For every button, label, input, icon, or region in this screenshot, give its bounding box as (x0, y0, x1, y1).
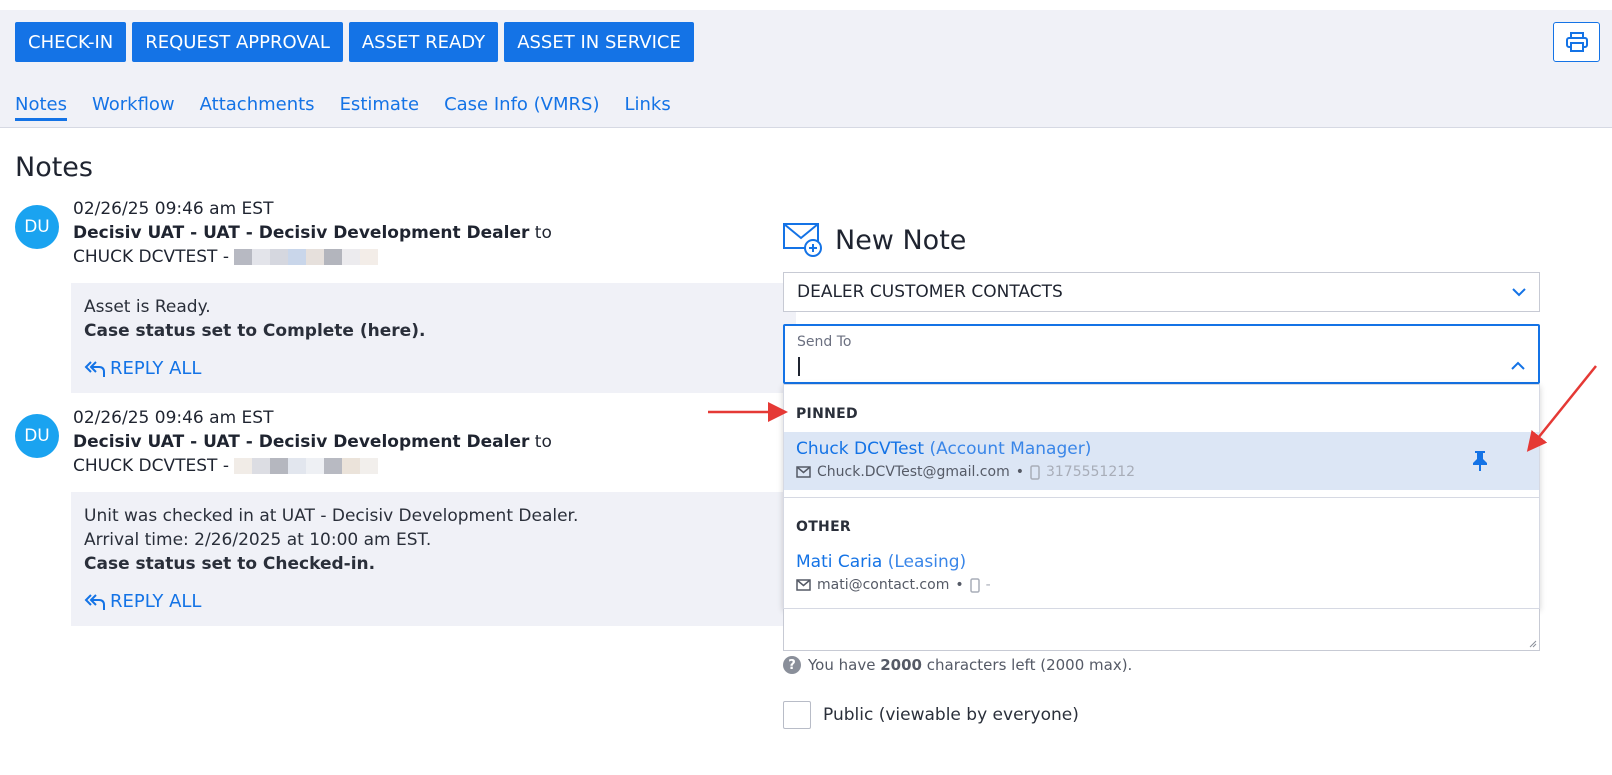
separator: • (1015, 464, 1024, 480)
reply-all-icon (84, 361, 105, 377)
avatar: DU (15, 205, 59, 249)
new-note-title: New Note (835, 224, 967, 256)
send-to-dropdown: PINNED Chuck DCVTest (Account Manager) C… (783, 384, 1540, 609)
note-line: Unit was checked in at UAT - Decisiv Dev… (84, 506, 579, 526)
chars-count: 2000 (880, 656, 922, 674)
send-to-label: Send To (797, 334, 852, 350)
note-textarea[interactable] (783, 609, 1540, 651)
separator: • (955, 577, 964, 593)
chevron-up-icon[interactable] (1510, 358, 1526, 374)
note-sender: Decisiv UAT - UAT - Decisiv Development … (73, 223, 530, 243)
contact-email: Chuck.DCVTest@gmail.com (817, 464, 1010, 480)
public-option: Public (viewable by everyone) (783, 701, 1079, 729)
contact-phone: 3175551212 (1045, 464, 1136, 480)
phone-icon (1030, 464, 1040, 480)
pin-icon[interactable] (1471, 450, 1489, 472)
print-button[interactable] (1553, 22, 1600, 62)
chars-prefix: You have (808, 656, 876, 674)
contact-name: Mati Caria (Leasing) (796, 552, 966, 572)
contact-option[interactable]: Mati Caria (Leasing) mati@contact.com • … (784, 545, 1539, 603)
public-checkbox[interactable] (783, 701, 811, 729)
page-title: Notes (15, 152, 93, 183)
action-toolbar: CHECK-IN REQUEST APPROVAL ASSET READY AS… (15, 22, 694, 62)
note-recipient: CHUCK DCVTEST - (73, 247, 229, 267)
note-sender: Decisiv UAT - UAT - Decisiv Development … (73, 432, 530, 452)
asset-in-service-button[interactable]: ASSET IN SERVICE (504, 22, 694, 62)
new-note-header: New Note (783, 222, 966, 258)
tab-workflow[interactable]: Workflow (92, 94, 175, 121)
note-status-line: Case status set to Complete (here). (84, 321, 426, 341)
printer-icon (1565, 32, 1588, 52)
note-meta: 02/26/25 09:46 am EST Decisiv UAT - UAT … (73, 406, 793, 478)
request-approval-button[interactable]: REQUEST APPROVAL (132, 22, 343, 62)
reply-all-label: REPLY ALL (110, 591, 202, 612)
send-to-field[interactable]: Send To (783, 324, 1540, 384)
reply-all-label: REPLY ALL (110, 358, 202, 379)
contact-option-pinned[interactable]: Chuck DCVTest (Account Manager) Chuck.DC… (784, 432, 1539, 490)
mail-icon (796, 579, 811, 591)
contact-name-text: Chuck DCVTest (796, 439, 925, 459)
note-line: Arrival time: 2/26/2025 at 10:00 am EST. (84, 530, 432, 550)
reply-all-icon (84, 594, 105, 610)
mail-icon (796, 466, 811, 478)
contact-group-value: DEALER CUSTOMER CONTACTS (797, 282, 1063, 302)
group-divider (784, 497, 1539, 498)
check-in-button[interactable]: CHECK-IN (15, 22, 127, 62)
avatar: DU (15, 414, 59, 458)
tab-links[interactable]: Links (624, 94, 670, 121)
note-body: Unit was checked in at UAT - Decisiv Dev… (71, 492, 796, 626)
tab-bar: Notes Workflow Attachments Estimate Case… (15, 94, 671, 121)
note-recipient: CHUCK DCVTEST - (73, 456, 229, 476)
note-to-word: to (534, 432, 552, 452)
note-meta: 02/26/25 09:46 am EST Decisiv UAT - UAT … (73, 197, 793, 269)
resize-handle-icon[interactable] (1527, 638, 1537, 648)
tab-estimate[interactable]: Estimate (340, 94, 420, 121)
note-body: Asset is Ready. Case status set to Compl… (71, 283, 796, 393)
asset-ready-button[interactable]: ASSET READY (348, 22, 499, 62)
tab-case-info[interactable]: Case Info (VMRS) (444, 94, 599, 121)
pinned-group-header: PINNED (796, 406, 858, 422)
chevron-down-icon (1512, 288, 1526, 297)
redacted-block (234, 249, 379, 265)
mail-add-icon (783, 223, 822, 257)
other-group-header: OTHER (796, 519, 852, 535)
phone-icon (969, 577, 980, 593)
contact-group-select[interactable]: DEALER CUSTOMER CONTACTS (783, 272, 1540, 312)
reply-all-link[interactable]: REPLY ALL (84, 590, 784, 614)
contact-role: (Account Manager) (929, 439, 1092, 459)
contact-name: Chuck DCVTest (Account Manager) (796, 439, 1091, 459)
contact-details: Chuck.DCVTest@gmail.com • 3175551212 (796, 464, 1135, 480)
note-timestamp: 02/26/25 09:46 am EST (73, 408, 274, 428)
contact-phone: - (985, 577, 991, 593)
note-status-line: Case status set to Checked-in. (84, 554, 376, 574)
tab-notes[interactable]: Notes (15, 94, 67, 121)
tab-attachments[interactable]: Attachments (200, 94, 315, 121)
redacted-block (234, 458, 379, 474)
public-label: Public (viewable by everyone) (823, 705, 1079, 725)
character-counter: ? You have 2000 characters left (2000 ma… (783, 656, 1132, 674)
contact-name-text: Mati Caria (796, 552, 883, 572)
contact-email: mati@contact.com (817, 577, 950, 593)
note-to-word: to (534, 223, 552, 243)
help-icon: ? (783, 656, 801, 674)
text-cursor (798, 357, 800, 376)
contact-details: mati@contact.com • - (796, 577, 991, 593)
reply-all-link[interactable]: REPLY ALL (84, 357, 784, 381)
contact-role: (Leasing) (887, 552, 967, 572)
chars-suffix: characters left (2000 max). (926, 656, 1133, 674)
note-timestamp: 02/26/25 09:46 am EST (73, 199, 274, 219)
note-line: Asset is Ready. (84, 297, 211, 317)
